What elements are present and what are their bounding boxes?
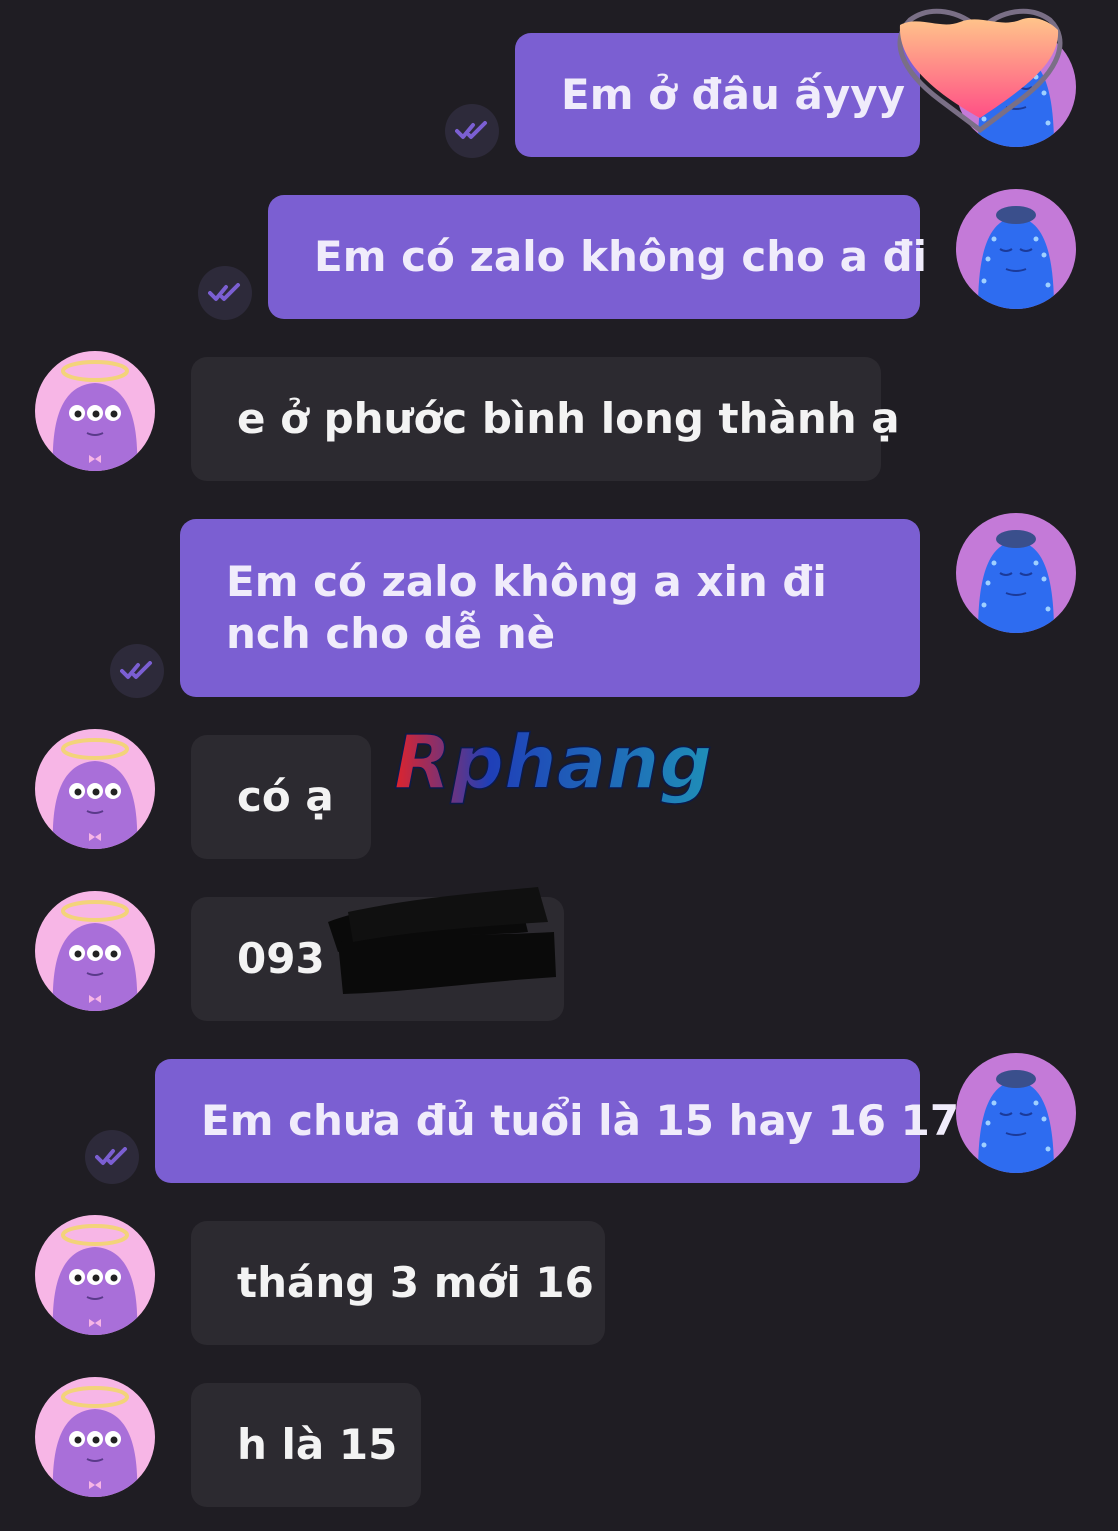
message-text: Em chưa đủ tuổi là 15 hay 16 17 bbox=[201, 1096, 960, 1145]
message-text: tháng 3 mới 16 bbox=[237, 1258, 594, 1307]
message-bubble-outgoing[interactable]: Em chưa đủ tuổi là 15 hay 16 17 bbox=[155, 1059, 959, 1183]
message-bubble-incoming[interactable]: tháng 3 mới 16 bbox=[191, 1221, 605, 1345]
purple-monster-avatar[interactable] bbox=[35, 729, 155, 849]
message-text: h là 15 bbox=[237, 1420, 398, 1469]
blue-blob-avatar[interactable] bbox=[956, 189, 1076, 309]
read-receipt-icon bbox=[85, 1130, 139, 1184]
heart-icon bbox=[880, 0, 1075, 140]
blue-blob-avatar[interactable] bbox=[956, 513, 1076, 633]
message-text: 093 bbox=[237, 934, 325, 983]
message-text: Em có zalo không a xin đi nch cho dễ nè bbox=[226, 557, 827, 658]
message-text: Em ở đâu ấyyy bbox=[561, 70, 905, 119]
read-receipt-icon bbox=[110, 644, 164, 698]
purple-monster-avatar[interactable] bbox=[35, 891, 155, 1011]
message-text: có ạ bbox=[237, 772, 334, 821]
message-bubble-outgoing[interactable]: Em có zalo không cho a đi bbox=[268, 195, 927, 319]
message-bubble-incoming[interactable]: h là 15 bbox=[191, 1383, 421, 1507]
purple-monster-avatar[interactable] bbox=[35, 1377, 155, 1497]
message-text: e ở phước bình long thành ạ bbox=[237, 394, 900, 443]
read-receipt-icon bbox=[445, 104, 499, 158]
message-bubble-incoming[interactable]: e ở phước bình long thành ạ bbox=[191, 357, 900, 481]
read-receipt-icon bbox=[198, 266, 252, 320]
message-bubble-incoming[interactable]: có ạ bbox=[191, 735, 371, 859]
chat-screen: Em ở đâu ấyyy Em có zalo không cho a đi … bbox=[0, 0, 1118, 1531]
watermark-logo: Rphang bbox=[390, 719, 740, 812]
message-bubble-outgoing[interactable]: Em ở đâu ấyyy bbox=[515, 33, 920, 157]
redaction-scribble bbox=[318, 882, 562, 1000]
message-bubble-outgoing[interactable]: Em có zalo không a xin đi nch cho dễ nè bbox=[180, 519, 920, 697]
blue-blob-avatar[interactable] bbox=[956, 1053, 1076, 1173]
watermark-text: Rphang bbox=[394, 722, 712, 806]
purple-monster-avatar[interactable] bbox=[35, 1215, 155, 1335]
purple-monster-avatar[interactable] bbox=[35, 351, 155, 471]
message-text: Em có zalo không cho a đi bbox=[314, 232, 928, 281]
